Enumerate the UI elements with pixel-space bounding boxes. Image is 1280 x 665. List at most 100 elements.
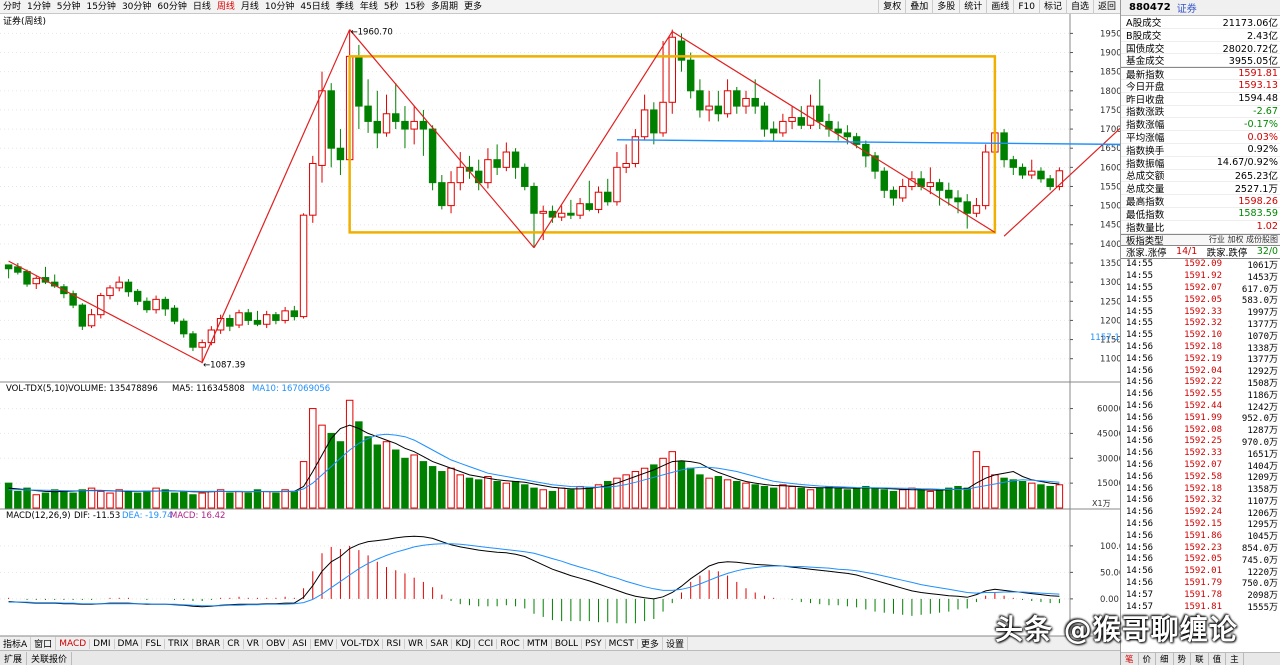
volume-bar [290,490,299,509]
period-tab-14[interactable]: 15秒 [402,0,428,14]
panel-tab-1[interactable]: 价 [1139,653,1157,665]
bottom-tab-0[interactable]: 扩展 [0,651,28,665]
panel-tab-6[interactable]: 主 [1226,653,1244,665]
tool-button-8[interactable]: 返回 [1092,0,1120,14]
indicator-tab-5[interactable]: FSL [142,638,166,649]
volume-bar [355,421,363,509]
period-tab-8[interactable]: 月线 [238,0,262,14]
indicator-tab-25[interactable]: 设置 [663,637,688,650]
candle-body [981,151,990,207]
panel-tab-0[interactable]: 笔 [1121,653,1139,665]
period-tab-1[interactable]: 1分钟 [24,0,54,14]
indicator-tab-21[interactable]: BOLL [552,638,583,649]
volume-bar [917,489,925,509]
tool-button-0[interactable]: 复权 [878,0,905,14]
panel-tab-5[interactable]: 值 [1209,653,1227,665]
period-tab-3[interactable]: 15分钟 [83,0,118,14]
indicator-tab-2[interactable]: MACD [56,638,91,649]
indicator-tab-24[interactable]: 更多 [638,637,663,650]
indicator-tab-8[interactable]: CR [224,638,244,649]
volume-bar [69,492,77,509]
indicator-tab-13[interactable]: VOL-TDX [337,638,384,649]
candle-body [290,310,299,318]
panel-tab-4[interactable]: 联 [1191,653,1209,665]
volume-bar [696,474,704,509]
indicator-tab-14[interactable]: RSI [383,638,406,649]
panel-tab-3[interactable]: 势 [1174,653,1192,665]
period-tab-12[interactable]: 年线 [357,0,381,14]
indicator-tab-23[interactable]: MCST [606,638,638,649]
volume-legend-ma5: MA5: 116345808 [172,384,245,394]
volume-bar [180,490,188,509]
tool-button-4[interactable]: 画线 [986,0,1013,14]
candle-body [318,90,326,166]
indicator-tab-6[interactable]: TRIX [165,638,193,649]
tick-price: 1592.18 [1184,483,1222,494]
tick-time: 14:56 [1126,542,1154,553]
indicator-tab-12[interactable]: EMV [311,638,338,649]
period-tab-7[interactable]: 周线 [214,0,238,14]
period-tab-4[interactable]: 30分钟 [119,0,154,14]
tick-price: 1592.05 [1184,554,1222,565]
candle-body [124,281,133,293]
tool-button-2[interactable]: 多股 [932,0,959,14]
volume-bar [945,487,953,509]
tick-row: 14:56 1592.33 1651万 [1121,447,1280,460]
indicator-tab-20[interactable]: MTM [524,638,552,649]
chart-area[interactable]: 1100115012001250130013501400145015001550… [0,14,1120,650]
indicator-tab-18[interactable]: CCI [475,638,498,649]
indicator-tab-0[interactable]: 指标A [0,637,32,650]
tick-list[interactable]: 14:55 1592.09 1061万 14:55 1591.92 1453万 14:55 1… [1121,259,1280,613]
quote-label: 指数量比 [1126,222,1165,234]
period-tab-2[interactable]: 5分钟 [54,0,84,14]
panel-tab-2[interactable]: 细 [1156,653,1174,665]
indicator-tab-19[interactable]: ROC [497,638,524,649]
indicator-tab-3[interactable]: DMI [90,638,115,649]
band-type-options[interactable]: 行业 加权 成份股图 [1209,234,1278,245]
period-tab-0[interactable]: 分时 [0,0,24,14]
indicator-tab-9[interactable]: VR [244,638,264,649]
tick-price: 1592.32 [1184,318,1222,329]
period-tab-15[interactable]: 多周期 [428,0,461,14]
tool-button-1[interactable]: 叠加 [905,0,932,14]
period-tab-9[interactable]: 10分钟 [262,0,297,14]
indicator-tab-11[interactable]: ASI [289,638,311,649]
volume-bar [1037,484,1045,509]
bottom-tab-1[interactable]: 关联报价 [27,651,73,665]
tool-button-7[interactable]: 自选 [1065,0,1093,14]
tool-button-6[interactable]: 标记 [1038,0,1066,14]
tick-price: 1592.07 [1184,283,1222,294]
tool-button-5[interactable]: F10 [1013,0,1039,14]
indicator-tab-4[interactable]: DMA [115,638,143,649]
index-name[interactable]: 证券 [1177,0,1197,15]
indicator-tab-16[interactable]: SAR [427,638,453,649]
macd-tick-label: 0.00 [1100,595,1119,605]
period-tab-11[interactable]: 季线 [333,0,357,14]
tool-button-3[interactable]: 统计 [959,0,986,14]
macd-legend-dif: DIF: -11.53 [74,511,120,521]
indicator-tab-15[interactable]: WR [405,638,428,649]
indicator-tab-22[interactable]: PSY [582,638,606,649]
volume-bar [539,489,547,509]
candle-body [355,55,363,107]
period-tab-13[interactable]: 5秒 [381,0,402,14]
volume-bar [262,490,271,509]
indicator-tab-17[interactable]: KDJ [452,638,475,649]
period-tab-5[interactable]: 60分钟 [154,0,189,14]
period-tab-6[interactable]: 日线 [190,0,214,14]
candle-body [788,117,796,122]
tick-row: 14:56 1592.24 1206万 [1121,506,1280,519]
period-tab-10[interactable]: 45日线 [297,0,332,14]
candle-body [438,182,446,207]
volume-bar [963,487,971,509]
indicator-tab-10[interactable]: OBV [263,638,290,649]
volume-bar [871,487,879,509]
indicator-tab-7[interactable]: BRAR [193,638,225,649]
tick-row: 14:56 1592.04 1292万 [1121,365,1280,378]
tick-row: 14:55 1592.32 1377万 [1121,318,1280,330]
indicator-tab-1[interactable]: 窗口 [31,637,57,650]
volume-bar [585,487,594,509]
tick-time: 14:56 [1126,377,1154,388]
candle-body [336,147,345,161]
period-tab-16[interactable]: 更多 [461,0,485,14]
